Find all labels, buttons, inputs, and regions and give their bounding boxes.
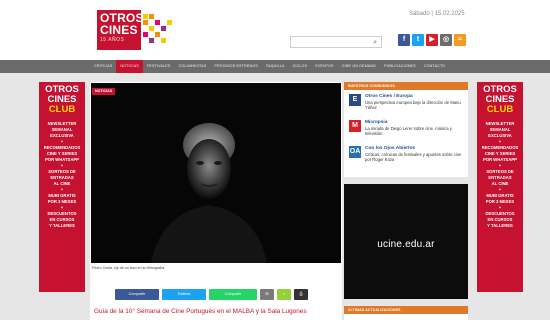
sister-sites-title: NUESTROS CONSUMIDOS	[344, 82, 468, 90]
nav-item-noticias[interactable]: NOTICIAS	[116, 60, 143, 73]
club-benefits: NEWSLETTER SEMANAL EXCLUSIVA + RECOMENDADOS C…	[39, 121, 85, 229]
sister-site-item[interactable]: OA Con los Ojos Abiertos Críticas, crónica…	[349, 146, 464, 166]
section-label[interactable]: NOTICIAS	[92, 88, 116, 95]
whatsapp-share-button[interactable]: Compartir	[209, 289, 257, 300]
search-icon[interactable]: ⌕	[373, 39, 377, 46]
social-links: f t ▶ ◎ ≈	[398, 34, 466, 46]
site-name[interactable]: Otros Cines / Europa	[365, 94, 413, 99]
facebook-share-button[interactable]: Compartir	[115, 289, 159, 300]
club-word: CLUB	[48, 104, 76, 115]
club-banner-left[interactable]: OTROS CINES CLUB NEWSLETTER SEMANAL EXCLUS…	[39, 82, 85, 292]
latest-updates-widget: ULTIMAS ACTUALIZACIONES	[344, 306, 468, 320]
facebook-icon[interactable]: f	[398, 34, 410, 46]
nav-item-festivales[interactable]: FESTIVALES	[143, 60, 175, 73]
search-input[interactable]: ⌕	[290, 36, 382, 48]
site-name[interactable]: Con los Ojos Abiertos	[365, 146, 415, 151]
nav-item-publicaciones[interactable]: PUBLICACIONES	[380, 60, 420, 73]
site-badge-icon: M	[349, 120, 361, 132]
main-navigation: CRÍTICAS NOTICIAS FESTIVALES COLUMNISTAS PRÓ…	[0, 60, 550, 73]
site-description: Críticas, crónicas de festivales y apunt…	[365, 152, 462, 162]
nav-items: CRÍTICAS NOTICIAS FESTIVALES COLUMNISTAS PRÓ…	[90, 60, 449, 73]
article-photo[interactable]	[91, 83, 341, 263]
sharethis-button[interactable]: <	[277, 289, 291, 300]
ucine-ad[interactable]: ucine.edu.ar	[344, 184, 468, 299]
youtube-icon[interactable]: ▶	[426, 34, 438, 46]
ucine-ad-text: ucine.edu.ar	[377, 239, 435, 250]
logo-line-2: CINES	[100, 23, 138, 37]
rss-icon[interactable]: ≈	[454, 34, 466, 46]
current-date: Sábado | 15.02.2025	[409, 11, 465, 17]
site-badge-icon: OA	[349, 146, 361, 158]
latest-updates-title: ULTIMAS ACTUALIZACIONES	[344, 306, 468, 314]
site-name[interactable]: Micropsia	[365, 120, 387, 125]
photo-caption: Pedro Costa, eje de un foco en su filmog…	[92, 266, 166, 270]
site-description: La mirada de Diego Lerer sobre cine, mús…	[365, 126, 452, 136]
nav-item-cine-on-demand[interactable]: CINE ON DEMAND	[338, 60, 380, 73]
sister-sites-widget: NUESTROS CONSUMIDOS E Otros Cines / Europ…	[344, 82, 468, 177]
sister-site-item[interactable]: E Otros Cines / Europa Una perspectiva eur…	[349, 94, 464, 114]
nav-item-contacto[interactable]: CONTACTO	[420, 60, 449, 73]
portrait-image	[91, 83, 341, 263]
site-badge-icon: E	[349, 94, 361, 106]
twitter-share-button[interactable]: Twittear	[162, 289, 206, 300]
nav-item-taquilla[interactable]: TAQUILLA	[262, 60, 289, 73]
article-headline[interactable]: Guía de la 10° Semana de Cine Portugués …	[94, 308, 307, 315]
site-description: Una perspectiva europea bajo la direcció…	[365, 100, 461, 110]
sister-site-item[interactable]: M Micropsia La mirada de Diego Lerer sobre…	[349, 120, 464, 140]
nav-item-ciclos[interactable]: CICLOS	[289, 60, 312, 73]
instagram-icon[interactable]: ◎	[440, 34, 452, 46]
club-benefits: NEWSLETTER SEMANAL EXCLUSIVA + RECOMENDADOS C…	[477, 121, 523, 229]
email-share-button[interactable]: ✉	[260, 289, 274, 300]
share-bar: Compartir Twittear Compartir ✉ < ⎙	[115, 289, 308, 300]
club-word: CLUB	[486, 104, 514, 115]
logo-wordmark: OTROS CINES 15 AÑOS	[97, 10, 143, 50]
club-benefit-line: Y TALLERES	[487, 223, 513, 228]
otros-cines-logo[interactable]: OTROS CINES 15 AÑOS	[97, 10, 175, 50]
club-benefit-line: Y TALLERES	[49, 223, 75, 228]
nav-item-columnistas[interactable]: COLUMNISTAS	[174, 60, 210, 73]
logo-pixel-pattern	[143, 14, 175, 46]
print-button[interactable]: ⎙	[294, 289, 308, 300]
site-header: OTROS CINES 15 AÑOS Sábado | 15.02.2025 …	[0, 0, 550, 60]
logo-anniversary: 15 AÑOS	[100, 37, 125, 43]
nav-item-críticas[interactable]: CRÍTICAS	[90, 60, 116, 73]
nav-item-próximos-estrenos[interactable]: PRÓXIMOS ESTRENOS	[210, 60, 262, 73]
nav-item-eventos[interactable]: EVENTOS	[311, 60, 338, 73]
club-banner-right[interactable]: OTROS CINES CLUB NEWSLETTER SEMANAL EXCLUS…	[477, 82, 523, 292]
twitter-icon[interactable]: t	[412, 34, 424, 46]
